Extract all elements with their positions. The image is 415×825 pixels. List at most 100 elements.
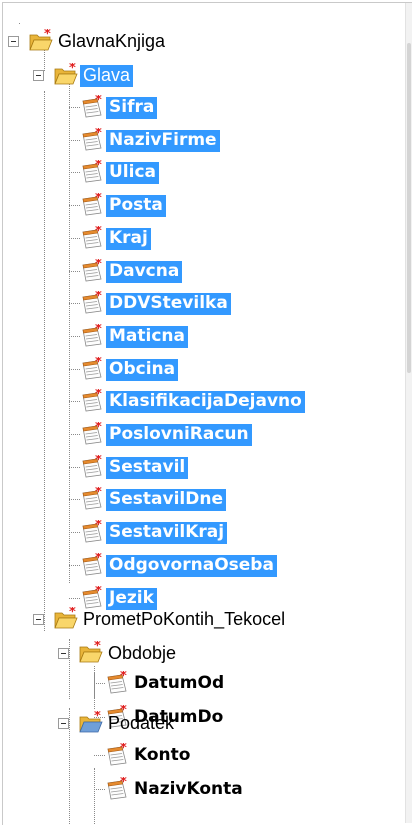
tree-node-label: Glava [80, 65, 134, 87]
tree-node-podatek[interactable]: * Podatek [3, 707, 407, 741]
svg-text:*: * [69, 63, 76, 76]
tree-leaf-field[interactable]: * DatumOd [3, 667, 407, 701]
tree-leaf-field[interactable]: * Sifra [3, 91, 407, 125]
field-element-icon: * [82, 389, 102, 412]
vertical-scrollbar[interactable] [405, 3, 412, 823]
svg-text:*: * [95, 95, 102, 108]
folder-open-star-icon: * [79, 641, 103, 663]
tree-leaf-field[interactable]: * NazivFirme [3, 124, 407, 158]
svg-text:*: * [95, 291, 102, 304]
tree-guide-line [69, 107, 80, 108]
tree-leaf-field[interactable]: * Ulica [3, 156, 407, 190]
svg-text:*: * [120, 777, 127, 790]
tree-node-label: Sestavil [106, 456, 189, 479]
svg-text:*: * [44, 29, 51, 42]
tree-guide-line [94, 789, 105, 790]
svg-text:*: * [95, 455, 102, 468]
folder-open-star-icon: * [54, 63, 78, 85]
svg-text:*: * [95, 324, 102, 337]
field-element-icon: * [82, 455, 102, 478]
tree-node-label: Posta [106, 195, 166, 218]
tree-guide-line [94, 755, 105, 756]
field-element-icon: * [82, 324, 102, 347]
svg-text:*: * [95, 422, 102, 435]
collapse-toggle[interactable] [33, 614, 44, 625]
field-element-icon: * [82, 160, 102, 183]
tree-leaf-field[interactable]: * Maticna [3, 320, 407, 354]
collapse-toggle[interactable] [58, 718, 69, 729]
scrollbar-thumb[interactable] [407, 43, 411, 373]
svg-text:*: * [95, 160, 102, 173]
tree-leaf-field[interactable]: * Sestavil [3, 451, 407, 485]
tree-node-label: SestavilKraj [106, 522, 228, 545]
field-element-icon: * [107, 777, 127, 800]
svg-text:*: * [95, 193, 102, 206]
tree-leaf-field[interactable]: * SestavilKraj [3, 516, 407, 550]
tree-leaf-field[interactable]: * Posta [3, 189, 407, 223]
tree-node-label: Podatek [108, 713, 175, 733]
tree-leaf-field[interactable]: * Davcna [3, 255, 407, 289]
tree-node-label: GlavnaKnjiga [58, 31, 166, 51]
tree-guide-line [69, 434, 80, 435]
tree-node-root[interactable]: * GlavnaKnjiga [3, 25, 407, 59]
tree-node-obdobje[interactable]: * Obdobje [3, 637, 407, 671]
tree-guide-line [69, 205, 80, 207]
tree-guide-line [69, 368, 80, 370]
tree-view: * GlavnaKnjiga * Glava * Sifra * NazivFirme… [3, 3, 407, 825]
tree-node-label: Konto [134, 745, 191, 765]
field-element-icon: * [82, 520, 102, 543]
tree-leaf-field[interactable]: * DDVStevilka [3, 287, 407, 321]
tree-guide-line [69, 303, 80, 305]
tree-leaf-field[interactable]: * NazivKonta [3, 773, 407, 807]
tree-guide-line [69, 270, 80, 272]
svg-text:*: * [69, 607, 76, 620]
svg-text:*: * [95, 586, 102, 599]
tree-guide-line [69, 139, 80, 141]
svg-text:*: * [120, 743, 127, 756]
tree-node-label: PoslovniRacun [106, 424, 252, 446]
collapse-toggle[interactable] [8, 36, 19, 47]
tree-leaf-field[interactable]: * Obcina [3, 353, 407, 387]
tree-node-label: Davcna [106, 260, 183, 283]
field-element-icon: * [82, 422, 102, 445]
collapse-toggle[interactable] [58, 648, 69, 659]
tree-guide-line [19, 23, 20, 24]
tree-guide-line [69, 499, 80, 501]
tree-leaf-field[interactable]: * Kraj [3, 222, 407, 256]
svg-text:*: * [95, 128, 102, 141]
tree-node-label: Obdobje [108, 643, 177, 663]
tree-node-glava[interactable]: * Glava [3, 59, 407, 93]
tree-leaf-field[interactable]: * PoslovniRacun [3, 418, 407, 452]
tree-node-label: NazivKonta [134, 779, 243, 799]
tree-node-promet[interactable]: * PrometPoKontih_Tekocel [3, 603, 407, 637]
field-element-icon: * [107, 671, 127, 694]
tree-leaf-field[interactable]: * OdgovornaOseba [3, 549, 407, 583]
tree-node-label: SestavilDne [106, 489, 226, 512]
field-element-icon: * [107, 743, 127, 766]
field-element-icon: * [82, 357, 102, 380]
field-element-icon: * [82, 291, 102, 314]
tree-node-label: Ulica [106, 162, 160, 185]
svg-text:*: * [94, 711, 101, 724]
tree-guide-line [94, 683, 105, 684]
svg-text:*: * [120, 671, 127, 684]
folder-open-blue-star-icon: * [79, 711, 103, 733]
tree-node-label: NazivFirme [106, 129, 220, 152]
field-element-icon: * [82, 553, 102, 576]
svg-text:*: * [95, 389, 102, 402]
tree-guide-line [69, 532, 80, 534]
field-element-icon: * [82, 259, 102, 281]
tree-leaf-field[interactable]: * KlasifikacijaDejavno [3, 385, 407, 419]
field-element-icon: * [82, 226, 102, 249]
svg-text:*: * [95, 520, 102, 533]
collapse-toggle[interactable] [33, 70, 44, 81]
tree-guide-line [69, 335, 80, 337]
tree-leaf-field[interactable]: * Konto [3, 739, 407, 773]
svg-text:*: * [94, 641, 101, 654]
tree-node-label: OdgovornaOseba [106, 554, 277, 577]
tree-guide-line [69, 564, 80, 566]
tree-leaf-field[interactable]: * SestavilDne [3, 483, 407, 517]
tree-guide-line [69, 597, 80, 599]
tree-view-panel: * GlavnaKnjiga * Glava * Sifra * NazivFirme… [2, 2, 412, 825]
tree-node-label: DDVStevilka [106, 293, 231, 316]
